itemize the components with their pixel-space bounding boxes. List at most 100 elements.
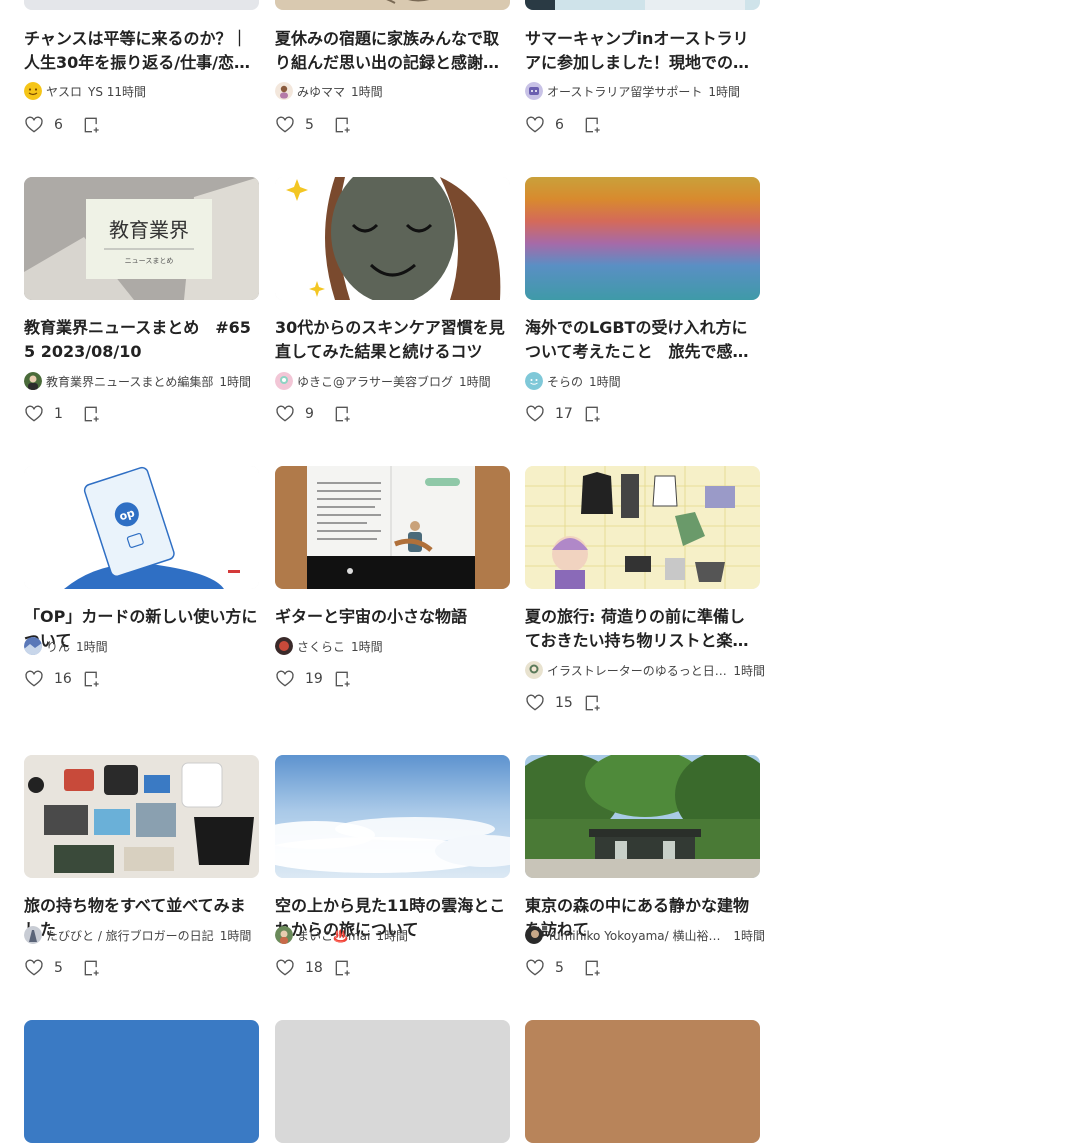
author-name[interactable]: ヤスロ	[46, 83, 82, 100]
thumbnail-image[interactable]	[275, 755, 510, 878]
author-line: たびびと / 旅行ブロガーの日記 1時間	[24, 926, 264, 944]
author-name[interactable]: イラストレーターのゆるっと日記と旅の記録ブログ	[547, 662, 727, 679]
magazine-add-icon[interactable]	[82, 669, 102, 689]
magazine-add-icon[interactable]	[333, 115, 353, 135]
like-count: 17	[555, 406, 573, 422]
like-count: 6	[555, 117, 564, 133]
thumbnail-image[interactable]: op	[24, 466, 259, 589]
thumbnail-image[interactable]	[275, 466, 510, 589]
article-title[interactable]: チャンスは平等に来るのか？｜人生30年を振り返る/仕事/恋愛/結婚/子育てで思っ…	[24, 27, 259, 75]
thumbnail-image[interactable]	[525, 466, 760, 589]
heart-outline-icon[interactable]	[275, 115, 295, 135]
article-title[interactable]: 海外でのLGBTの受け入れ方について考えたこと 旅先で感じた多様性	[525, 316, 760, 364]
author-name[interactable]: りん	[46, 638, 70, 655]
svg-text:教育業界: 教育業界	[109, 218, 189, 242]
heart-outline-icon[interactable]	[24, 669, 44, 689]
magazine-add-icon[interactable]	[583, 115, 603, 135]
author-line: まいこ♨️mai 1時間	[275, 926, 515, 944]
heart-outline-icon[interactable]	[24, 404, 44, 424]
author-name[interactable]: たびびと / 旅行ブロガーの日記	[46, 927, 214, 944]
thumbnail-image[interactable]	[24, 755, 259, 878]
like-count: 5	[54, 960, 63, 976]
heart-outline-icon[interactable]	[525, 115, 545, 135]
post-time: 1時間	[708, 84, 741, 99]
avatar[interactable]	[24, 82, 42, 100]
card-actions: 5	[275, 113, 353, 137]
article-title[interactable]: ギターと宇宙の小さな物語	[275, 605, 510, 629]
post-time: 1時間	[219, 374, 252, 389]
author-line: さくらこ 1時間	[275, 637, 515, 655]
heart-outline-icon[interactable]	[275, 958, 295, 978]
thumbnail-image[interactable]	[525, 0, 760, 10]
article-title[interactable]: 夏休みの宿題に家族みんなで取り組んだ思い出の記録と感謝の気持ち	[275, 27, 510, 75]
magazine-add-icon[interactable]	[583, 693, 603, 713]
svg-text:ニュースまとめ: ニュースまとめ	[125, 257, 174, 265]
avatar[interactable]	[525, 372, 543, 390]
like-count: 9	[305, 406, 314, 422]
card-actions: 15	[525, 691, 603, 715]
avatar[interactable]	[525, 661, 543, 679]
like-count: 15	[555, 695, 573, 711]
card-actions: 9	[275, 402, 353, 426]
card-actions: 19	[275, 667, 353, 691]
card-actions: 18	[275, 956, 353, 980]
author-name[interactable]: Yumihiko Yokoyama/ 横山裕彦 写真家	[547, 927, 727, 944]
thumbnail-image[interactable]	[525, 755, 760, 878]
like-count: 1	[54, 406, 63, 422]
avatar[interactable]	[275, 637, 293, 655]
heart-outline-icon[interactable]	[275, 669, 295, 689]
heart-outline-icon[interactable]	[24, 958, 44, 978]
avatar[interactable]	[525, 82, 543, 100]
thumbnail-image[interactable]	[275, 177, 510, 300]
author-line: イラストレーターのゆるっと日記と旅の記録ブログ 1時間	[525, 661, 765, 679]
author-line: りん 1時間	[24, 637, 264, 655]
article-grid: チャンスは平等に来るのか？｜人生30年を振り返る/仕事/恋愛/結婚/子育てで思っ…	[0, 0, 1080, 1143]
author-line: みゆママ 1時間	[275, 82, 515, 100]
author-name[interactable]: さくらこ	[297, 638, 345, 655]
magazine-add-icon[interactable]	[333, 958, 353, 978]
magazine-add-icon[interactable]	[333, 404, 353, 424]
author-name[interactable]: ゆきこ@アラサー美容ブログ	[297, 373, 453, 390]
magazine-add-icon[interactable]	[82, 404, 102, 424]
avatar[interactable]	[24, 372, 42, 390]
heart-outline-icon[interactable]	[525, 958, 545, 978]
thumbnail-image[interactable]	[525, 1020, 760, 1143]
thumbnail-image[interactable]: 教育業界 ニュースまとめ	[24, 177, 259, 300]
thumbnail-image[interactable]	[24, 1020, 259, 1143]
thumbnail-image[interactable]	[275, 0, 510, 10]
thumbnail-image[interactable]	[525, 177, 760, 300]
avatar[interactable]	[275, 82, 293, 100]
avatar[interactable]	[24, 637, 42, 655]
author-name[interactable]: みゆママ	[297, 83, 345, 100]
avatar[interactable]	[525, 926, 543, 944]
card-actions: 6	[525, 113, 603, 137]
card-actions: 6	[24, 113, 102, 137]
article-title[interactable]: 教育業界ニュースまとめ #655 2023/08/10	[24, 316, 259, 364]
article-title[interactable]: 30代からのスキンケア習慣を見直してみた結果と続けるコツ	[275, 316, 510, 364]
magazine-add-icon[interactable]	[583, 404, 603, 424]
article-title[interactable]: 夏の旅行: 荷造りの前に準備しておきたい持ち物リストと楽しみな時間の過ごし方を紹…	[525, 605, 760, 653]
like-count: 18	[305, 960, 323, 976]
avatar[interactable]	[275, 926, 293, 944]
post-time: YS 11時間	[88, 84, 147, 99]
author-name[interactable]: 教育業界ニュースまとめ編集部	[46, 373, 213, 390]
author-line: オーストラリア留学サポート 1時間	[525, 82, 765, 100]
author-line: Yumihiko Yokoyama/ 横山裕彦 写真家 1時間	[525, 926, 765, 944]
avatar[interactable]	[24, 926, 42, 944]
post-time: 1時間	[376, 928, 408, 943]
magazine-add-icon[interactable]	[333, 669, 353, 689]
magazine-add-icon[interactable]	[82, 958, 102, 978]
heart-outline-icon[interactable]	[525, 693, 545, 713]
author-name[interactable]: そらの	[547, 373, 583, 390]
avatar[interactable]	[275, 372, 293, 390]
author-name[interactable]: オーストラリア留学サポート	[547, 83, 702, 100]
thumbnail-image[interactable]	[24, 0, 259, 10]
heart-outline-icon[interactable]	[24, 115, 44, 135]
magazine-add-icon[interactable]	[82, 115, 102, 135]
author-name[interactable]: まいこ♨️mai	[297, 927, 370, 944]
heart-outline-icon[interactable]	[525, 404, 545, 424]
heart-outline-icon[interactable]	[275, 404, 295, 424]
magazine-add-icon[interactable]	[583, 958, 603, 978]
thumbnail-image[interactable]	[275, 1020, 510, 1143]
article-title[interactable]: サマーキャンプinオーストラリアに参加しました！現地での体験と子どもたちの成長の…	[525, 27, 760, 75]
